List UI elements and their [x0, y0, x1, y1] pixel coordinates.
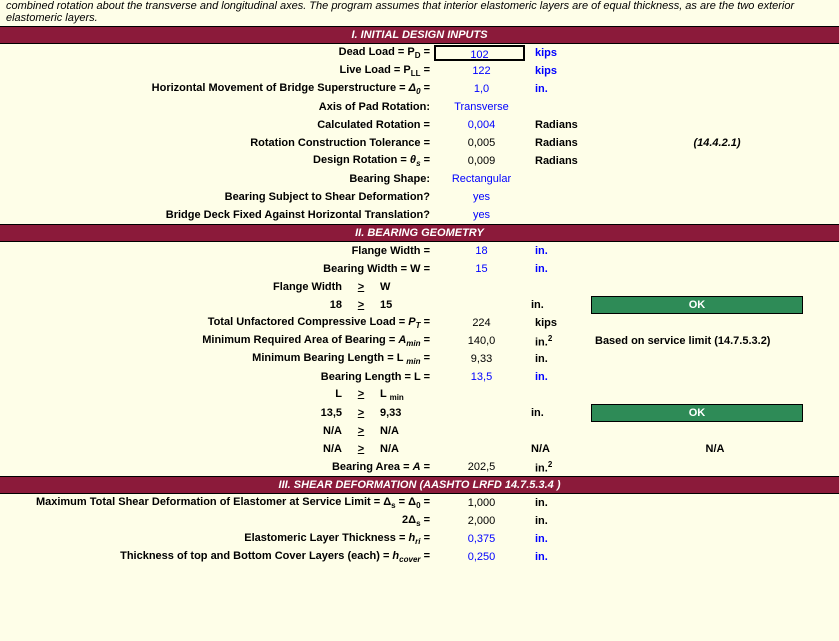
- row-total-load: Total Unfactored Compressive Load = PT =…: [0, 314, 839, 332]
- row-flange-cmp-num: 18>15 in. OK: [0, 296, 839, 314]
- row-length-cmp-sym: L>L min: [0, 386, 839, 404]
- section-2-header: II. BEARING GEOMETRY: [0, 224, 839, 242]
- row-calc-rotation: Calculated Rotation = 0,004 Radians: [0, 116, 839, 134]
- row-axis-rotation: Axis of Pad Rotation: Transverse: [0, 98, 839, 116]
- row-2delta: 2Δs = 2,000 in.: [0, 512, 839, 530]
- row-deck-fixed-q: Bridge Deck Fixed Against Horizontal Tra…: [0, 206, 839, 224]
- row-layer-thickness: Elastomeric Layer Thickness = hri = 0,37…: [0, 530, 839, 548]
- row-shear-deform-q: Bearing Subject to Shear Deformation? ye…: [0, 188, 839, 206]
- ok-badge-flange: OK: [591, 296, 803, 314]
- row-bearing-shape: Bearing Shape: Rectangular: [0, 170, 839, 188]
- dead-load-input[interactable]: 102: [434, 45, 525, 61]
- ok-badge-length: OK: [591, 404, 803, 422]
- row-min-area: Minimum Required Area of Bearing = Amin …: [0, 332, 839, 350]
- row-const-tolerance: Rotation Construction Tolerance = 0,005 …: [0, 134, 839, 152]
- row-min-length: Minimum Bearing Length = L min = 9,33 in…: [0, 350, 839, 368]
- row-flange-width: Flange Width = 18 in.: [0, 242, 839, 260]
- row-length-cmp-num: 13,5>9,33 in. OK: [0, 404, 839, 422]
- live-load-value: 122: [434, 65, 529, 77]
- section-1-header: I. INITIAL DESIGN INPUTS: [0, 26, 839, 44]
- row-live-load: Live Load = PLL = 122 kips: [0, 62, 839, 80]
- row-flange-cmp-sym: Flange Width>W: [0, 278, 839, 296]
- row-bearing-length: Bearing Length = L = 13,5 in.: [0, 368, 839, 386]
- row-cover-thickness: Thickness of top and Bottom Cover Layers…: [0, 548, 839, 566]
- section-3-header: III. SHEAR DEFORMATION (AASHTO LRFD 14.7…: [0, 476, 839, 494]
- row-design-rotation: Design Rotation = θs = 0,009 Radians: [0, 152, 839, 170]
- row-horiz-movement: Horizontal Movement of Bridge Superstruc…: [0, 80, 839, 98]
- row-na-2: N/A>N/A N/A N/A: [0, 440, 839, 458]
- row-max-shear: Maximum Total Shear Deformation of Elast…: [0, 494, 839, 512]
- row-na-1: N/A>N/A: [0, 422, 839, 440]
- intro-text: combined rotation about the transverse a…: [0, 0, 839, 26]
- row-dead-load: Dead Load = PD = 102 kips: [0, 44, 839, 62]
- row-bearing-area: Bearing Area = A = 202,5 in.2: [0, 458, 839, 476]
- row-bearing-width: Bearing Width = W = 15 in.: [0, 260, 839, 278]
